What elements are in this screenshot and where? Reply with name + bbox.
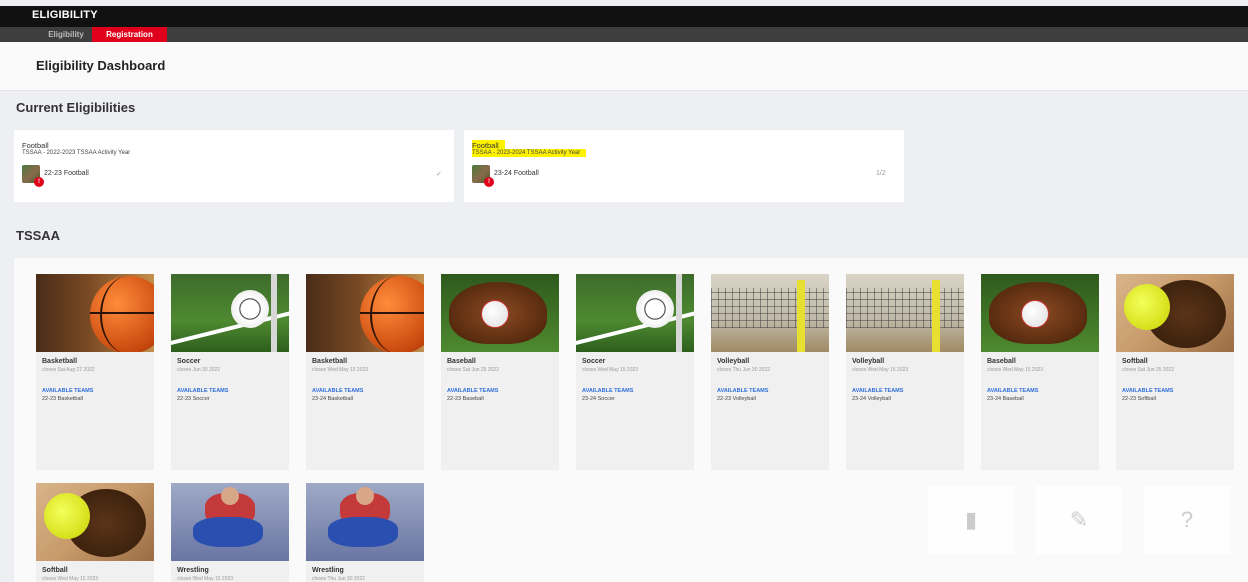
soccer-image xyxy=(576,274,694,352)
document-icon[interactable]: ▮ xyxy=(928,486,1014,554)
available-teams-link[interactable]: AVAILABLE TEAMS xyxy=(42,388,93,394)
eligibility-year: TSSAA - 2023-2024 TSSAA Activity Year xyxy=(472,149,587,157)
available-teams-link[interactable]: AVAILABLE TEAMS xyxy=(582,388,633,394)
edit-icon[interactable]: ✎ xyxy=(1036,486,1122,554)
page-title: Eligibility Dashboard xyxy=(36,58,166,73)
season-label: 23-24 Volleyball xyxy=(852,396,891,402)
registration-label[interactable]: 23-24 Football xyxy=(494,170,539,177)
sport-desc: closes Wed May 15 2023 xyxy=(582,367,639,373)
sport-card[interactable]: Wrestling closes Wed May 15 2023 xyxy=(171,483,289,582)
sport-card[interactable]: Soccer closes Wed May 15 2023 AVAILABLE … xyxy=(576,274,694,470)
sport-desc: closes Wed May 15 2023 xyxy=(312,367,369,373)
sport-desc: closes Wed May 15 2023 xyxy=(42,576,99,582)
available-teams-link[interactable]: AVAILABLE TEAMS xyxy=(447,388,498,394)
eligibility-sport: Football xyxy=(22,141,49,150)
sport-card[interactable]: Soccer closes Jun 30 2022 AVAILABLE TEAM… xyxy=(171,274,289,470)
sport-card[interactable]: Volleyball closes Thu Jun 30 2022 AVAILA… xyxy=(711,274,829,470)
sport-desc: closes Jun 30 2022 xyxy=(177,367,221,373)
progress-count: 1/2 xyxy=(876,170,886,177)
sport-desc: closes Wed May 15 2023 xyxy=(177,576,234,582)
sport-desc: closes Thu Jun 30 2022 xyxy=(717,367,771,373)
sport-card[interactable]: Baseball closes Wed May 15 2023 AVAILABL… xyxy=(981,274,1099,470)
sport-name: Soccer xyxy=(582,358,606,365)
wrestling-image xyxy=(171,483,289,561)
alert-badge-icon: ! xyxy=(484,177,494,187)
alert-badge-icon: ! xyxy=(34,177,44,187)
season-label: 23-24 Baseball xyxy=(987,396,1024,402)
sport-name: Softball xyxy=(1122,358,1148,365)
sport-name: Basketball xyxy=(312,358,348,365)
eligibility-card[interactable]: Football TSSAA - 2023-2024 TSSAA Activit… xyxy=(464,130,904,202)
sport-desc: closes Sat Jun 25 2022 xyxy=(1122,367,1174,373)
season-label: 23-24 Soccer xyxy=(582,396,615,402)
sport-card[interactable]: Volleyball closes Wed May 15 2023 AVAILA… xyxy=(846,274,964,470)
available-teams-link[interactable]: AVAILABLE TEAMS xyxy=(987,388,1038,394)
basketball-image xyxy=(306,274,424,352)
football-icon: ! xyxy=(472,165,494,187)
sport-name: Baseball xyxy=(987,358,1016,365)
available-teams-link[interactable]: AVAILABLE TEAMS xyxy=(177,388,228,394)
available-teams-link[interactable]: AVAILABLE TEAMS xyxy=(852,388,903,394)
sport-name: Volleyball xyxy=(717,358,750,365)
baseball-image xyxy=(441,274,559,352)
soccer-image xyxy=(171,274,289,352)
sport-desc: closes Wed May 15 2023 xyxy=(852,367,909,373)
dashboard-header: Eligibility Dashboard xyxy=(0,42,1248,91)
volleyball-image xyxy=(846,274,964,352)
sport-name: Basketball xyxy=(42,358,78,365)
season-label: 22-23 Baseball xyxy=(447,396,484,402)
sport-desc: closes Sat Aug 27 2022 xyxy=(42,367,95,373)
season-label: 22-23 Volleyball xyxy=(717,396,756,402)
sport-card[interactable]: Softball closes Wed May 15 2023 xyxy=(36,483,154,582)
sport-name: Baseball xyxy=(447,358,476,365)
sport-name: Softball xyxy=(42,567,68,574)
top-bar: ELIGIBILITY Eligibility Registration xyxy=(0,6,1248,42)
basketball-image xyxy=(36,274,154,352)
sport-desc: closes Wed May 15 2023 xyxy=(987,367,1044,373)
sport-desc: closes Sat Jun 25 2022 xyxy=(447,367,499,373)
available-teams-link[interactable]: AVAILABLE TEAMS xyxy=(1122,388,1173,394)
sport-card[interactable]: Softball closes Sat Jun 25 2022 AVAILABL… xyxy=(1116,274,1234,470)
tab-eligibility[interactable]: Eligibility xyxy=(40,27,92,42)
tssaa-title: TSSAA xyxy=(16,228,61,243)
check-icon: ✓ xyxy=(436,171,442,178)
sport-name: Wrestling xyxy=(177,567,209,574)
sport-name: Soccer xyxy=(177,358,201,365)
season-label: 22-23 Softball xyxy=(1122,396,1156,402)
eligibility-card[interactable]: Football TSSAA - 2022-2023 TSSAA Activit… xyxy=(14,130,454,202)
softball-image xyxy=(36,483,154,561)
season-label: 22-23 Soccer xyxy=(177,396,210,402)
volleyball-image xyxy=(711,274,829,352)
football-icon: ! xyxy=(22,165,44,187)
registration-label[interactable]: 22-23 Football xyxy=(44,170,89,177)
available-teams-link[interactable]: AVAILABLE TEAMS xyxy=(312,388,363,394)
tab-registration[interactable]: Registration xyxy=(92,27,167,42)
app-title: ELIGIBILITY xyxy=(32,9,98,21)
sport-card[interactable]: Basketball closes Wed May 15 2023 AVAILA… xyxy=(306,274,424,470)
eligibility-year: TSSAA - 2022-2023 TSSAA Activity Year xyxy=(22,150,131,156)
season-label: 22-23 Basketball xyxy=(42,396,83,402)
softball-image xyxy=(1116,274,1234,352)
sport-card[interactable]: Wrestling closes Thu Jun 30 2022 xyxy=(306,483,424,582)
sport-name: Volleyball xyxy=(852,358,885,365)
sport-name: Wrestling xyxy=(312,567,344,574)
available-teams-link[interactable]: AVAILABLE TEAMS xyxy=(717,388,768,394)
wrestling-image xyxy=(306,483,424,561)
tab-bar: Eligibility Registration xyxy=(0,27,1248,42)
help-icon[interactable]: ? xyxy=(1144,486,1230,554)
sport-card[interactable]: Basketball closes Sat Aug 27 2022 AVAILA… xyxy=(36,274,154,470)
current-eligibilities-title: Current Eligibilities xyxy=(16,100,136,115)
sport-card[interactable]: Baseball closes Sat Jun 25 2022 AVAILABL… xyxy=(441,274,559,470)
sport-desc: closes Thu Jun 30 2022 xyxy=(312,576,366,582)
season-label: 23-24 Basketball xyxy=(312,396,353,402)
baseball-image xyxy=(981,274,1099,352)
